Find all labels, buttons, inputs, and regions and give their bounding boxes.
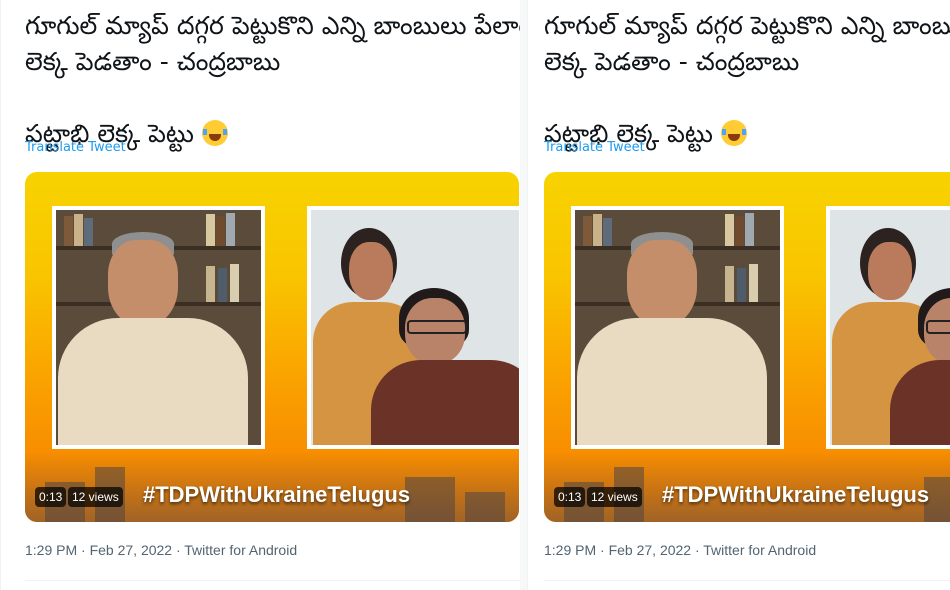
speaker-image: [56, 210, 261, 445]
tweet-line-1: గూగుల్ మ్యాప్ దగ్గర పెట్టుకొని ఎన్ని బాం…: [25, 11, 521, 40]
tweet-text: గూగుల్ మ్యాప్ దగ్గర పెట్టుకొని ఎన్ని బాం…: [544, 8, 950, 152]
video-player[interactable]: #TDPWithUkraineTelugus 0:13 12 views: [25, 172, 519, 522]
video-frame-left: [571, 206, 784, 449]
divider: [544, 580, 950, 581]
panel-gap: [520, 0, 527, 590]
guests-image: [830, 210, 950, 445]
video-duration-badge: 0:13: [554, 487, 586, 507]
translate-tweet-link[interactable]: Translate Tweet: [25, 140, 126, 155]
divider: [25, 580, 521, 581]
video-frame-right: [826, 206, 950, 449]
hashtag-banner: #TDPWithUkraineTelugus: [662, 482, 930, 507]
face-with-tears-of-joy-icon: [201, 120, 228, 146]
video-views-badge: 12 views: [587, 487, 642, 507]
tweet-line-2: లెక్క పెడతాం - చంద్రబాబు: [25, 47, 281, 76]
tweet-panel-left: గూగుల్ మ్యాప్ దగ్గర పెట్టుకొని ఎన్ని బాం…: [0, 0, 521, 590]
video-duration-badge: 0:13: [35, 487, 67, 507]
tweet-text: గూగుల్ మ్యాప్ దగ్గర పెట్టుకొని ఎన్ని బాం…: [25, 8, 521, 152]
video-player[interactable]: #TDPWithUkraineTelugus 0:13 12 views: [544, 172, 950, 522]
guests-image: [311, 210, 519, 445]
tweet-meta[interactable]: 1:29 PM · Feb 27, 2022 · Twitter for And…: [25, 542, 297, 558]
video-views-badge: 12 views: [68, 487, 123, 507]
tweet-meta[interactable]: 1:29 PM · Feb 27, 2022 · Twitter for And…: [544, 542, 816, 558]
video-frame-left: [52, 206, 265, 449]
face-with-tears-of-joy-icon: [720, 120, 747, 146]
video-frame-right: [307, 206, 519, 449]
tweet-line-1: గూగుల్ మ్యాప్ దగ్గర పెట్టుకొని ఎన్ని బాం…: [544, 11, 950, 40]
tweet-line-2: లెక్క పెడతాం - చంద్రబాబు: [544, 47, 800, 76]
tweet-panel-right: గూగుల్ మ్యాప్ దగ్గర పెట్టుకొని ఎన్ని బాం…: [527, 0, 950, 590]
speaker-image: [575, 210, 780, 445]
hashtag-banner: #TDPWithUkraineTelugus: [143, 482, 411, 507]
translate-tweet-link[interactable]: Translate Tweet: [544, 140, 645, 155]
